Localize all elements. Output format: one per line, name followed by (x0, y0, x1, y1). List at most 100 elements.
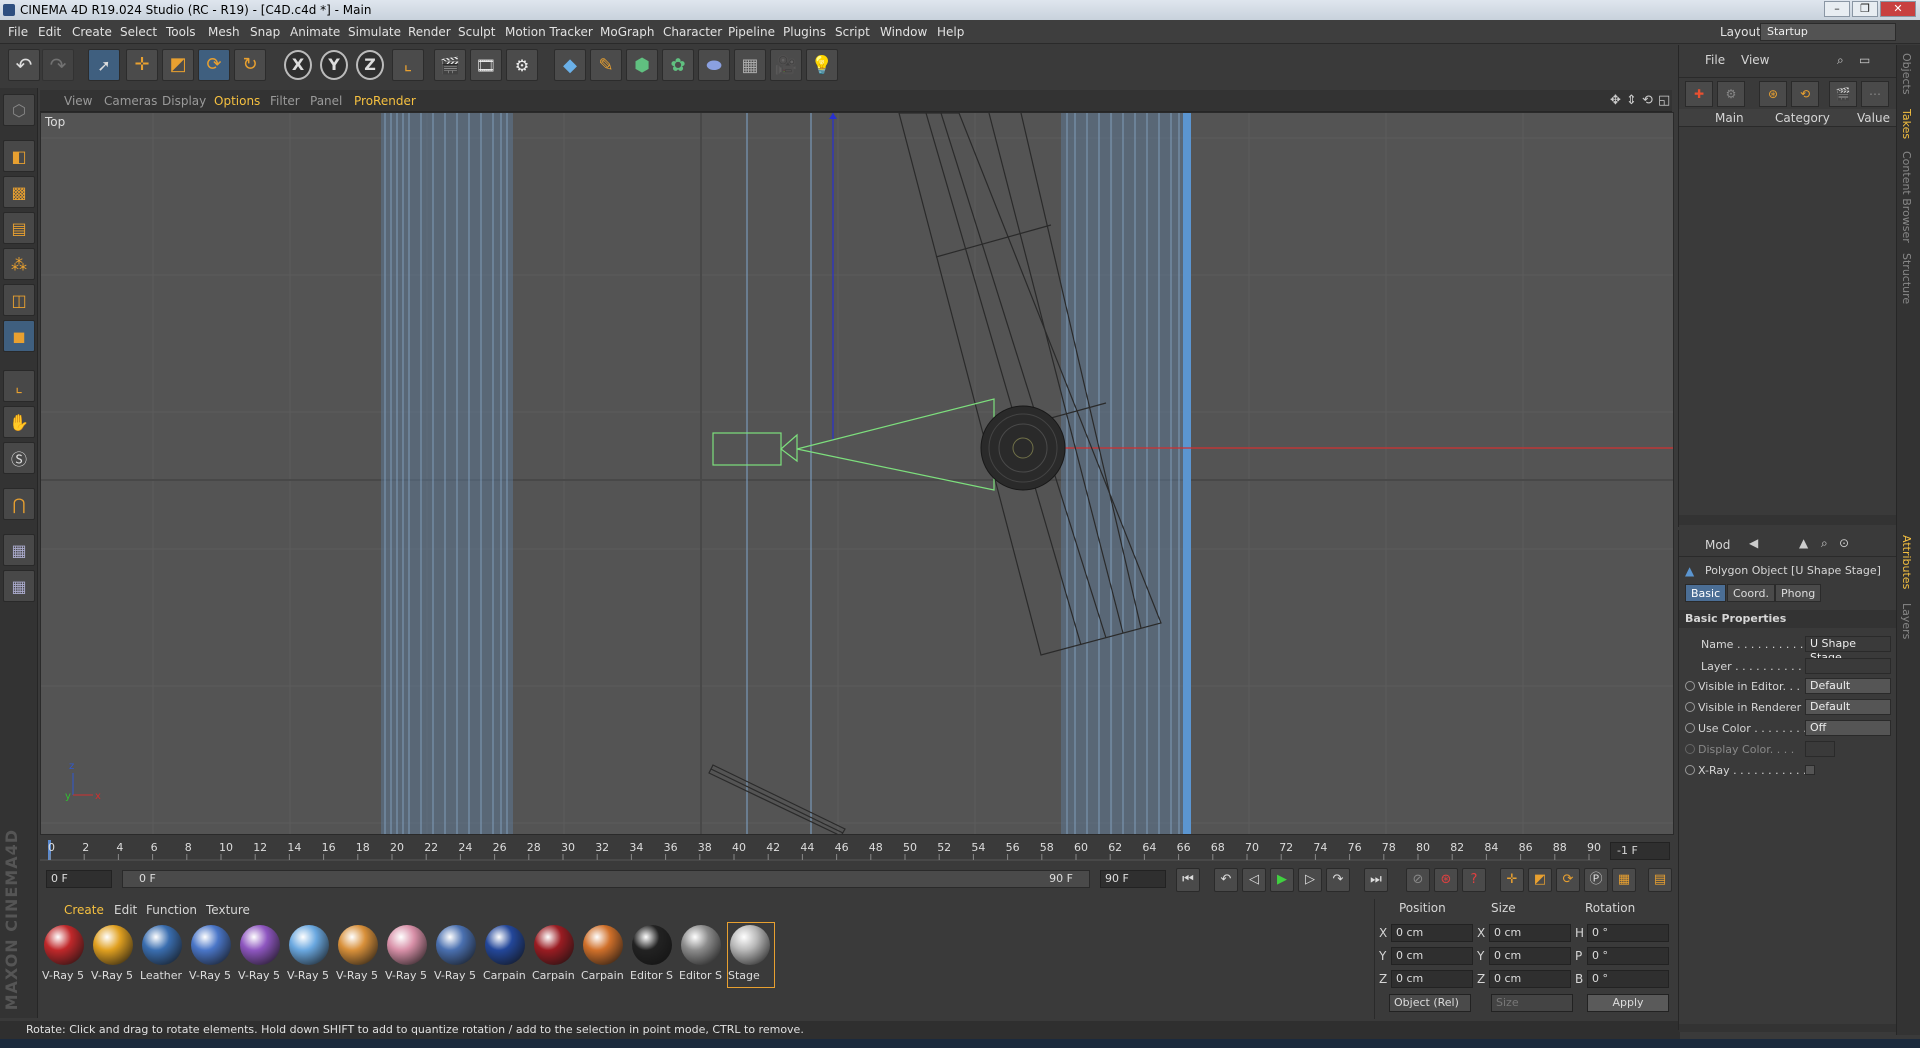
viewport-menu-cameras[interactable]: Cameras (104, 90, 157, 112)
take-lock-icon[interactable]: ⟲ (1791, 81, 1819, 107)
render-view-button[interactable]: 🎬 (434, 49, 466, 81)
menu-edit[interactable]: Edit (38, 20, 61, 44)
play-icon[interactable]: ▶ (1270, 868, 1294, 892)
prop-display-color-swatch[interactable] (1805, 741, 1835, 757)
deformer-button[interactable]: ⬬ (698, 49, 730, 81)
render-picture-viewer-button[interactable]: 🎞 (470, 49, 502, 81)
rotate-button[interactable]: ⟳ (198, 49, 230, 81)
key-pla-icon[interactable]: ▦ (1612, 868, 1636, 892)
make-editable-button[interactable]: ⬡ (3, 94, 35, 126)
panel-layout-icon[interactable]: ▭ (1859, 53, 1870, 67)
z-axis-button[interactable]: Z (356, 50, 384, 80)
maximize-icon[interactable]: ❐ (1852, 1, 1878, 17)
coordinate-system-button[interactable]: ⌞ (392, 49, 424, 81)
viewport-menu-prorender[interactable]: ProRender (354, 90, 416, 112)
current-frame-field[interactable]: -1 F (1610, 842, 1670, 860)
tab-takes[interactable]: Takes (1900, 109, 1913, 139)
apply-button[interactable]: Apply (1587, 994, 1669, 1012)
tab-structure[interactable]: Structure (1900, 253, 1913, 304)
radio-icon[interactable] (1685, 765, 1695, 775)
menu-tools[interactable]: Tools (166, 20, 196, 44)
prop-visible-editor-select[interactable]: Default (1805, 678, 1891, 694)
menu-render[interactable]: Render (408, 20, 451, 44)
scale-button[interactable]: ◩ (162, 49, 194, 81)
next-frame-icon[interactable]: ▷ (1298, 868, 1322, 892)
attributes-mode-menu[interactable]: Mod (1705, 538, 1730, 552)
rot-b-field[interactable]: 0 ° (1587, 970, 1669, 988)
add-take-icon[interactable]: ✚ (1685, 81, 1713, 107)
tweak-mode-button[interactable]: ✋ (3, 406, 35, 438)
material-item[interactable]: V-Ray 5 (336, 923, 382, 987)
end-frame-field[interactable]: 90 F (1100, 870, 1166, 888)
menu-mesh[interactable]: Mesh (208, 20, 240, 44)
y-axis-button[interactable]: Y (320, 50, 348, 80)
pos-z-field[interactable]: 0 cm (1391, 970, 1473, 988)
viewport-menu-display[interactable]: Display (162, 90, 206, 112)
layout-select[interactable]: Startup (1760, 23, 1896, 41)
menu-mograph[interactable]: MoGraph (600, 20, 655, 44)
material-menu-create[interactable]: Create (64, 903, 104, 917)
coordinate-mode-select[interactable]: Object (Rel) (1389, 994, 1471, 1012)
material-item[interactable]: Editor S (630, 923, 676, 987)
size-y-field[interactable]: 0 cm (1489, 947, 1571, 965)
autokey-icon[interactable]: ? (1462, 868, 1486, 892)
material-item[interactable]: Leather (140, 923, 186, 987)
zoom-view-icon[interactable]: ⇕ (1626, 93, 1637, 108)
material-item[interactable]: V-Ray 5 (434, 923, 480, 987)
workplane-align-button[interactable]: ▦ (3, 570, 35, 602)
search-icon[interactable]: ⌕ (1821, 536, 1828, 551)
minimize-icon[interactable]: – (1824, 1, 1850, 17)
prop-use-color-select[interactable]: Off (1805, 720, 1891, 736)
light-button[interactable]: 💡 (806, 49, 838, 81)
floor-button[interactable]: ▦ (734, 49, 766, 81)
go-to-end-icon[interactable]: ⏭ (1364, 868, 1388, 892)
tab-layers[interactable]: Layers (1900, 603, 1913, 639)
edit-render-settings-button[interactable]: ⚙ (506, 49, 538, 81)
key-rotation-icon[interactable]: ⟳ (1556, 868, 1580, 892)
key-parameter-icon[interactable]: Ⓟ (1584, 868, 1608, 892)
up-icon[interactable]: ▲ (1799, 536, 1808, 550)
pos-y-field[interactable]: 0 cm (1391, 947, 1473, 965)
select-button[interactable]: ➚ (88, 49, 120, 81)
take-override-icon[interactable]: ⚙ (1717, 81, 1745, 107)
menu-help[interactable]: Help (937, 20, 964, 44)
search-icon[interactable]: ⌕ (1837, 53, 1844, 68)
record-keys-icon[interactable]: ⊘ (1406, 868, 1430, 892)
viewport-menu-filter[interactable]: Filter (270, 90, 300, 112)
rotate-view-icon[interactable]: ⟲ (1642, 93, 1653, 108)
menu-file[interactable]: File (8, 20, 28, 44)
pen-button[interactable]: ✎ (590, 49, 622, 81)
pan-view-icon[interactable]: ✥ (1610, 93, 1621, 108)
go-to-start-icon[interactable]: ⏮ (1176, 868, 1200, 892)
menu-simulate[interactable]: Simulate (348, 20, 401, 44)
tab-basic[interactable]: Basic (1685, 584, 1727, 602)
model-mode-button[interactable]: ◧ (3, 140, 35, 172)
lock-icon[interactable]: ⊙ (1839, 536, 1849, 550)
timeline-ruler[interactable]: 0 2 4 6 8 10 12 14 16 18 20 22 24 26 28 30 32 34 36 38 40 42 4… (40, 838, 1674, 868)
frame-range-slider[interactable]: 0 F 90 F (122, 870, 1090, 888)
key-position-icon[interactable]: ✛ (1500, 868, 1524, 892)
close-icon[interactable]: ✕ (1880, 1, 1916, 17)
subdivision-button[interactable]: ⬢ (626, 49, 658, 81)
horizontal-scrollbar[interactable] (1679, 515, 1897, 525)
take-auto-icon[interactable]: ⊛ (1759, 81, 1787, 107)
tab-attributes[interactable]: Attributes (1900, 535, 1913, 589)
size-mode-select[interactable]: Size (1491, 994, 1573, 1012)
next-key-icon[interactable]: ↷ (1326, 868, 1350, 892)
previous-frame-icon[interactable]: ◁ (1242, 868, 1266, 892)
cube-button[interactable]: ◆ (554, 49, 586, 81)
material-item[interactable]: Carpain (581, 923, 627, 987)
axis-mode-button[interactable]: ⌞ (3, 370, 35, 402)
material-menu-edit[interactable]: Edit (114, 903, 137, 917)
take-filter-icon[interactable]: ⋯ (1861, 81, 1889, 107)
menu-snap[interactable]: Snap (250, 20, 280, 44)
menu-select[interactable]: Select (120, 20, 157, 44)
prop-name-field[interactable]: U Shape Stage (1805, 636, 1891, 664)
points-mode-button[interactable]: ⁂ (3, 248, 35, 280)
tab-phong[interactable]: Phong (1775, 584, 1822, 602)
menu-pipeline[interactable]: Pipeline (728, 20, 775, 44)
toggle-view-icon[interactable]: ◱ (1658, 93, 1670, 108)
panel-menu-file[interactable]: File (1705, 53, 1725, 67)
radio-icon[interactable] (1685, 681, 1695, 691)
prop-xray-checkbox[interactable] (1805, 765, 1815, 775)
